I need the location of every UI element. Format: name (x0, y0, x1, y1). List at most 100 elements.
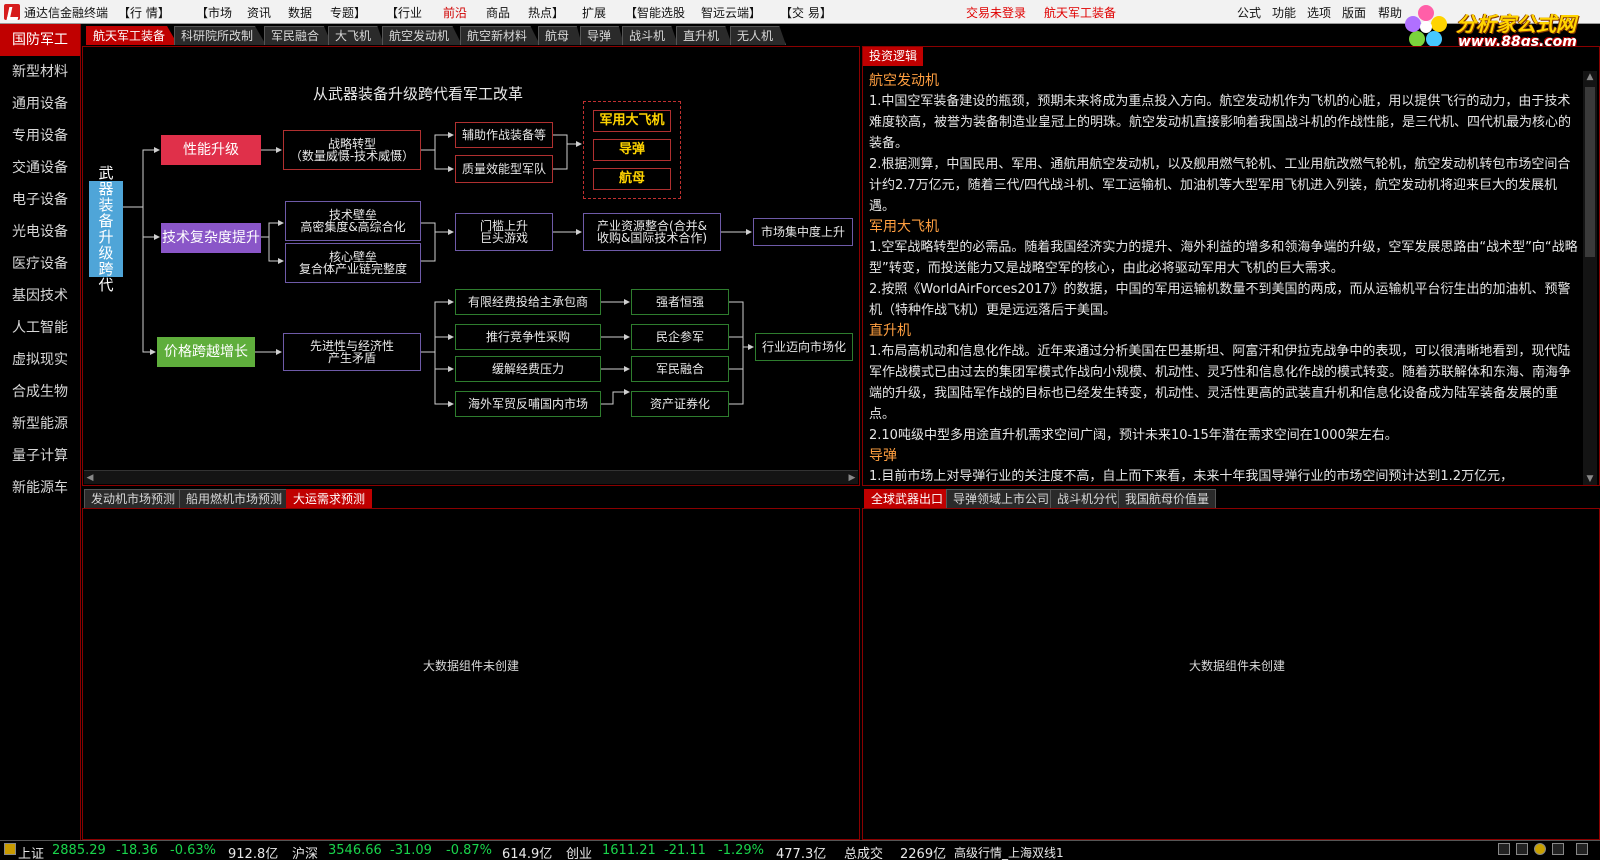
app-logo-icon (4, 4, 20, 20)
scroll-down-icon[interactable]: ▼ (1584, 473, 1596, 485)
sidebar-item-special-equipment[interactable]: 专用设备 (0, 120, 80, 152)
menu-commodity[interactable]: 商品 (486, 4, 510, 21)
index-switch-icon[interactable] (4, 843, 16, 855)
sidebar-item-synbio[interactable]: 合成生物 (0, 376, 80, 408)
sector-sidebar: 国防军工 新型材料 通用设备 专用设备 交通设备 电子设备 光电设备 医疗设备 … (0, 24, 81, 840)
scroll-left-icon[interactable]: ◀ (84, 472, 96, 484)
node-strategy: 战略转型 （数量威慑-技术威慑） (283, 130, 421, 170)
tab-large-aircraft[interactable]: 大飞机 (328, 26, 385, 45)
tab-global-arms-export[interactable]: 全球武器出口 (864, 489, 951, 508)
bottom-left-panel: 大数据组件未创建 (82, 508, 860, 840)
node-core-barrier: 核心壁垒 复合体产业链完整度 (285, 243, 421, 283)
scroll-right-icon[interactable]: ▶ (846, 472, 858, 484)
sidebar-item-materials[interactable]: 新型材料 (0, 56, 80, 88)
node-performance-upgrade: 性能升级 (161, 135, 261, 165)
menu-extend[interactable]: 扩展 (582, 4, 606, 21)
menu-topics[interactable]: 专题】 (330, 4, 366, 21)
tab-carrier-value[interactable]: 我国航母价值量 (1118, 489, 1217, 508)
menu-bar: 通达信金融终端 【行 情】 【市场 资讯 数据 专题】 【行业 前沿 商品 热点… (0, 0, 1600, 24)
logic-paragraph: 1.中国空军装备建设的瓶颈，预期未来将成为重点投入方向。航空发动机作为飞机的心脏… (869, 94, 1572, 151)
diagram-title: 从武器装备升级跨代看军工改革 (313, 85, 524, 103)
sidebar-item-general-equipment[interactable]: 通用设备 (0, 88, 80, 120)
menu-market[interactable]: 【市场 (196, 4, 232, 21)
node-competitive-procurement: 推行竞争性采购 (455, 324, 601, 350)
sidebar-item-new-energy[interactable]: 新型能源 (0, 408, 80, 440)
node-quality: 质量效能型军队 (455, 155, 553, 183)
window-icon[interactable] (1516, 843, 1528, 855)
tab-transport-demand[interactable]: 大运需求预测 (286, 489, 373, 508)
tab-aero-engine[interactable]: 航空发动机 (382, 26, 463, 45)
bottom-left-tabs: 发动机市场预测 船用燃机市场预测 大运需求预测 (82, 487, 860, 508)
menu-data[interactable]: 数据 (288, 4, 312, 21)
tab-engine-forecast[interactable]: 发动机市场预测 (84, 489, 183, 508)
diagram-hscrollbar[interactable]: ◀ ▶ (84, 470, 858, 484)
scroll-thumb[interactable] (1585, 87, 1595, 257)
sidebar-item-electronic-equipment[interactable]: 电子设备 (0, 184, 80, 216)
node-tech-complexity: 技术复杂度提升 (161, 223, 261, 253)
tab-institute-reform[interactable]: 科研院所改制 (174, 26, 267, 45)
login-status[interactable]: 交易未登录 (966, 4, 1026, 21)
menu-help[interactable]: 帮助 (1378, 4, 1402, 21)
sidebar-item-nev[interactable]: 新能源车 (0, 472, 80, 504)
alert-icon[interactable] (1534, 843, 1546, 855)
menu-layout[interactable]: 版面 (1342, 4, 1366, 21)
sidebar-item-ai[interactable]: 人工智能 (0, 312, 80, 344)
bottom-right-panel: 大数据组件未创建 (862, 508, 1600, 840)
index-sh-change: -18.36 (116, 843, 158, 858)
index-cy-change: -21.11 (664, 843, 706, 858)
settings-icon[interactable] (1576, 843, 1588, 855)
sidebar-item-defense[interactable]: 国防军工 (0, 24, 80, 56)
tab-fighter[interactable]: 战斗机 (622, 26, 679, 45)
sidebar-item-medical[interactable]: 医疗设备 (0, 248, 80, 280)
window-icon[interactable] (1552, 843, 1564, 855)
tab-missile[interactable]: 导弹 (580, 26, 625, 45)
window-icon[interactable] (1498, 843, 1510, 855)
menu-hot[interactable]: 热点】 (528, 4, 564, 21)
sidebar-item-gene[interactable]: 基因技术 (0, 280, 80, 312)
node-limited-funds: 有限经费投给主承包商 (455, 289, 601, 315)
app-title: 通达信金融终端 (24, 6, 109, 20)
menu-quotes[interactable]: 【行 情】 (118, 4, 170, 21)
tab-carrier[interactable]: 航母 (538, 26, 583, 45)
index-sh-percent: -0.63% (170, 843, 216, 858)
tab-helicopter[interactable]: 直升机 (676, 26, 733, 45)
component-placeholder: 大数据组件未创建 (1189, 659, 1286, 673)
menu-function[interactable]: 功能 (1272, 4, 1296, 21)
node-root: 武器装备升级跨代 (89, 165, 123, 293)
node-strong-stronger: 强者恒强 (631, 289, 729, 315)
sidebar-item-quantum[interactable]: 量子计算 (0, 440, 80, 472)
logic-section-title: 直升机 (869, 323, 911, 339)
menu-cloud[interactable]: 智远云端】 (701, 4, 761, 21)
diagram-connectors (123, 132, 754, 407)
total-turnover-label: 总成交 (844, 847, 884, 860)
menu-formula[interactable]: 公式 (1237, 4, 1261, 21)
tab-aerospace-equipment[interactable]: 航天军工装备 (86, 26, 179, 45)
tab-aero-materials[interactable]: 航空新材料 (460, 26, 541, 45)
total-turnover-value: 2269亿 (900, 847, 947, 860)
tab-gas-turbine-forecast[interactable]: 船用燃机市场预测 (179, 489, 290, 508)
logic-vscrollbar[interactable]: ▲ ▼ (1583, 71, 1597, 485)
tab-drone[interactable]: 无人机 (730, 26, 787, 45)
menu-news[interactable]: 资讯 (247, 4, 271, 21)
node-resource-merge: 产业资源整合(合并& 收购&国际技术合作) (583, 213, 721, 251)
topic-tabs: 航天军工装备 科研院所改制 军民融合 大飞机 航空发动机 航空新材料 航母 导弹… (82, 24, 860, 45)
sidebar-item-optoelectronic[interactable]: 光电设备 (0, 216, 80, 248)
status-bar: 上证 2885.29 -18.36 -0.63% 912.8亿 沪深 3546.… (0, 840, 1600, 860)
tab-missile-companies[interactable]: 导弹领域上市公司 (946, 489, 1057, 508)
quote-feed[interactable]: 高级行情_上海双线1 (954, 844, 1064, 860)
node-advanced-vs-economic: 先进性与经济性 产生矛盾 (283, 333, 421, 371)
menu-smart-select[interactable]: 【智能选股 (625, 4, 685, 21)
menu-trade[interactable]: 【交 易】 (780, 4, 832, 21)
menu-options[interactable]: 选项 (1307, 4, 1331, 21)
menu-industry[interactable]: 【行业 (386, 4, 422, 21)
sidebar-item-vr[interactable]: 虚拟现实 (0, 344, 80, 376)
index-sz-label[interactable]: 沪深 (292, 843, 318, 860)
menu-frontier[interactable]: 前沿 (443, 4, 467, 21)
index-sh-label[interactable]: 上证 (18, 843, 44, 860)
tab-fighter-generations[interactable]: 战斗机分代 (1050, 489, 1125, 508)
index-cy-label[interactable]: 创业 (566, 843, 592, 860)
scroll-up-icon[interactable]: ▲ (1584, 71, 1596, 83)
node-carrier: 航母 (593, 168, 671, 190)
sidebar-item-transport-equipment[interactable]: 交通设备 (0, 152, 80, 184)
tab-civil-military[interactable]: 军民融合 (264, 26, 333, 45)
